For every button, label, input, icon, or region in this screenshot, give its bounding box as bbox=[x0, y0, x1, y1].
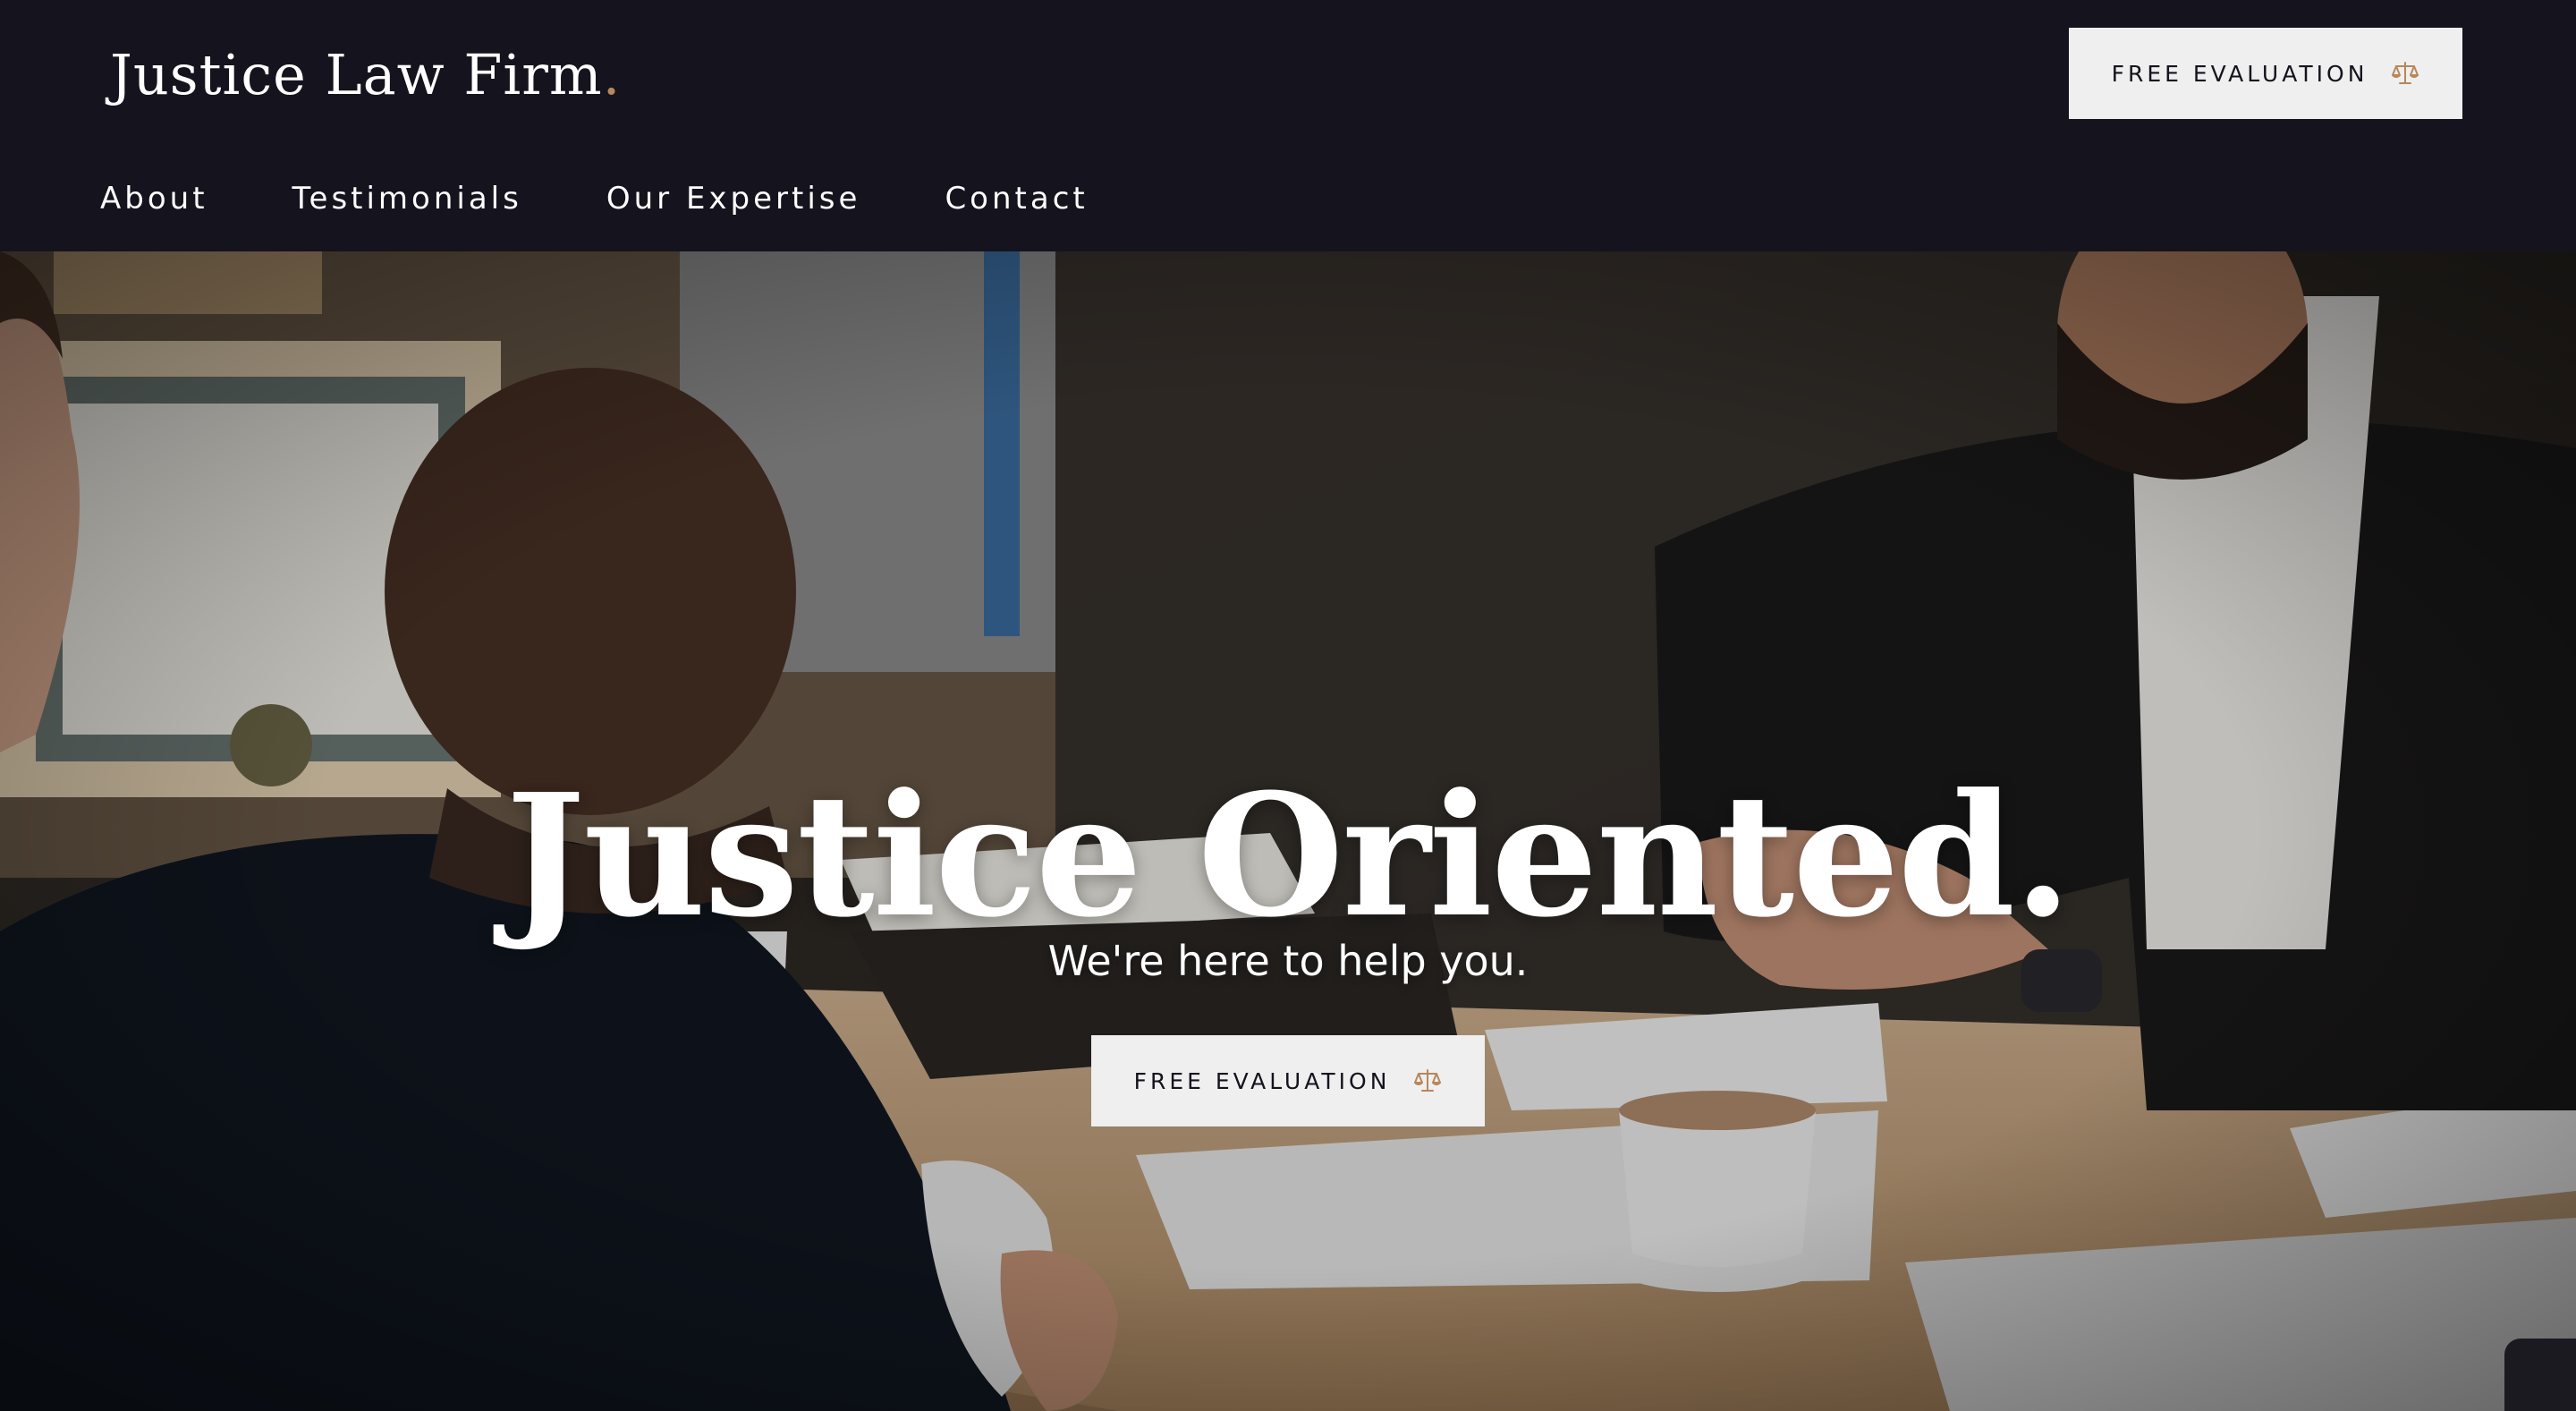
chat-widget-corner[interactable] bbox=[2504, 1339, 2576, 1411]
nav-item-about[interactable]: About bbox=[100, 181, 208, 217]
hero-section: Justice Oriented. We're here to help you… bbox=[0, 251, 2576, 1411]
free-evaluation-hero-button[interactable]: FREE EVALUATION bbox=[1091, 1035, 1485, 1126]
logo-text: Justice Law Firm bbox=[110, 42, 603, 107]
scale-icon bbox=[1414, 1069, 1442, 1092]
site-logo[interactable]: Justice Law Firm. bbox=[110, 39, 621, 111]
free-evaluation-label: FREE EVALUATION bbox=[1133, 1067, 1391, 1094]
free-evaluation-label: FREE EVALUATION bbox=[2111, 60, 2368, 87]
main-nav: About Testimonials Our Expertise Contact bbox=[100, 172, 1089, 225]
free-evaluation-header-button[interactable]: FREE EVALUATION bbox=[2069, 28, 2462, 119]
site-header: Justice Law Firm. FREE EVALUATION About … bbox=[0, 0, 2576, 251]
hero-title: Justice Oriented. bbox=[505, 756, 2072, 955]
hero-subtitle: We're here to help you. bbox=[1047, 937, 1529, 985]
logo-dot: . bbox=[602, 42, 622, 107]
nav-item-testimonials[interactable]: Testimonials bbox=[292, 181, 522, 217]
nav-item-our-expertise[interactable]: Our Expertise bbox=[606, 181, 861, 217]
nav-item-contact[interactable]: Contact bbox=[945, 181, 1088, 217]
scale-icon bbox=[2392, 62, 2419, 84]
